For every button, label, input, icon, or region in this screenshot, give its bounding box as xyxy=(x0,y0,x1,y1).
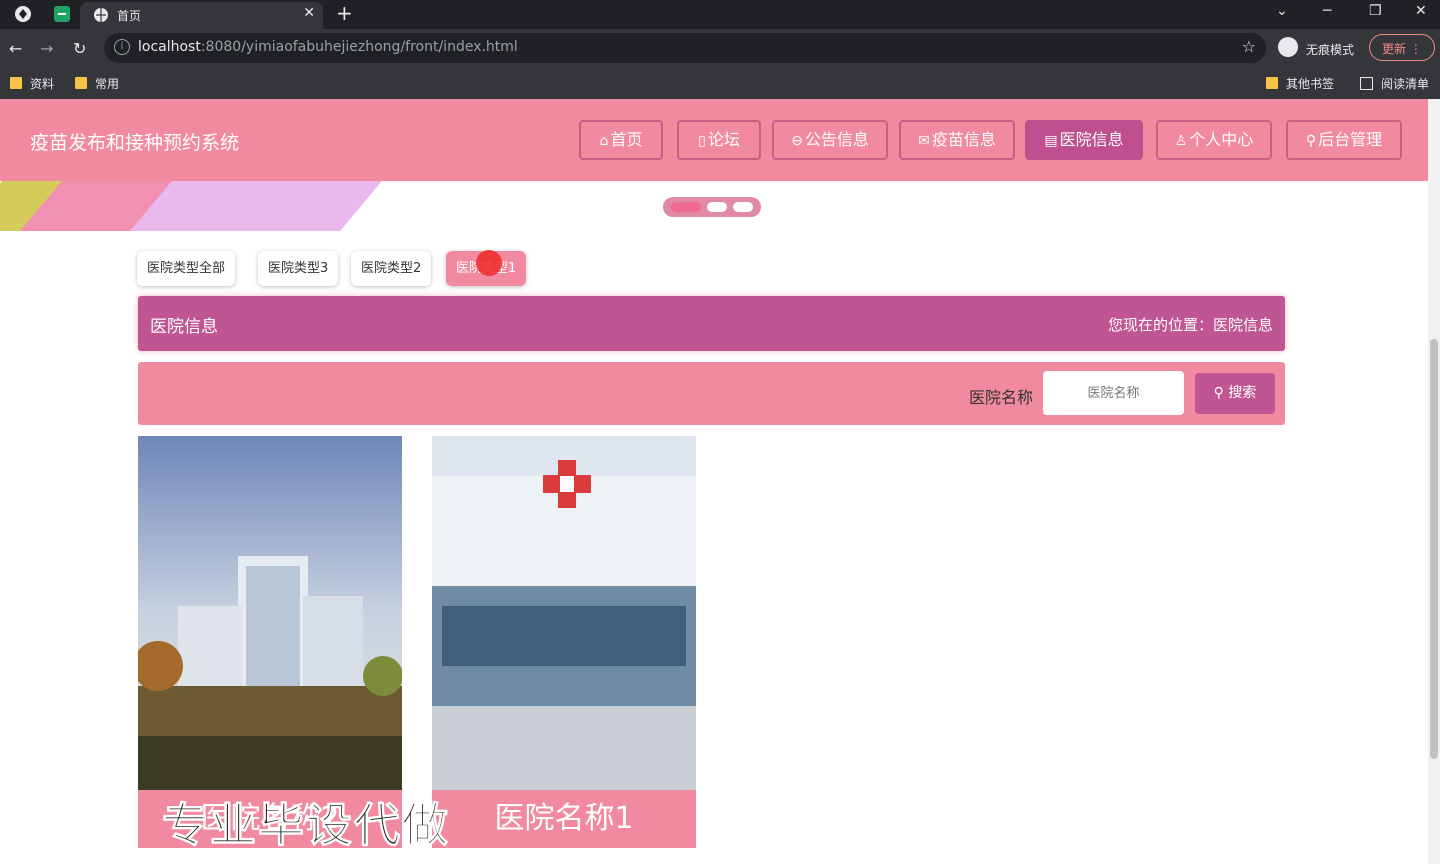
announcement-icon: ⊖ xyxy=(791,133,803,149)
bookmark-folder-other[interactable]: 其他书签 xyxy=(1266,75,1334,92)
watermark-text: 专业毕设代做 xyxy=(162,798,450,853)
carousel-dot[interactable] xyxy=(733,202,753,212)
search-label: 医院名称 xyxy=(969,388,1034,407)
home-icon: ⌂ xyxy=(599,133,609,149)
incognito-label: 无痕模式 xyxy=(1306,43,1355,57)
nav-personal-center[interactable]: ♙ 个人中心 xyxy=(1156,120,1272,160)
reading-list-icon xyxy=(1360,77,1373,90)
filter-type-2[interactable]: 医院类型2 xyxy=(351,251,432,286)
bookmark-folder-changyong[interactable]: 常用 xyxy=(75,75,119,92)
globe-icon xyxy=(94,8,108,22)
nav-vaccine-info[interactable]: ✉ 疫苗信息 xyxy=(899,120,1015,160)
incognito-icon[interactable] xyxy=(1278,37,1298,57)
carousel-dot[interactable] xyxy=(671,202,701,212)
url-text: localhost:8080/yimiaofabuhejiezhong/fron… xyxy=(138,39,518,55)
user-icon: ♙ xyxy=(1174,133,1188,149)
minimize-icon[interactable]: ─ xyxy=(1323,3,1331,19)
nav-announcements[interactable]: ⊖ 公告信息 xyxy=(772,120,888,160)
cursor-highlight xyxy=(476,250,502,276)
url-field[interactable]: i localhost:8080/yimiaofabuhejiezhong/fr… xyxy=(104,33,1266,63)
restore-icon[interactable]: ❐ xyxy=(1369,3,1382,19)
hospital-image xyxy=(138,436,402,790)
tab-title: 首页 xyxy=(117,9,142,23)
browser-tab[interactable]: 首页 ✕ xyxy=(80,2,323,29)
forum-icon: ▯ xyxy=(698,133,706,149)
section-title: 医院信息 xyxy=(150,317,218,337)
nav-forum[interactable]: ▯ 论坛 xyxy=(677,120,761,160)
search-bar: 医院名称 ⚲ 搜索 xyxy=(138,362,1285,425)
bookmark-star-icon[interactable]: ☆ xyxy=(1242,37,1256,56)
hospital-name-input[interactable] xyxy=(1043,371,1184,415)
filter-all[interactable]: 医院类型全部 xyxy=(137,251,236,286)
info-icon[interactable]: i xyxy=(114,39,130,55)
hospital-image xyxy=(432,436,696,790)
document-icon: ▤ xyxy=(1044,133,1058,149)
reading-list[interactable]: 阅读清单 xyxy=(1360,75,1429,92)
folder-icon xyxy=(10,77,22,89)
mail-icon: ✉ xyxy=(918,133,930,149)
bookmarks-bar: 资料 常用 其他书签 阅读清单 xyxy=(0,67,1440,99)
page-scrollbar[interactable] xyxy=(1428,99,1440,864)
carousel-indicators xyxy=(663,197,761,217)
browser-titlebar: 首页 ✕ + ⌄ ─ ❐ ✕ xyxy=(0,0,1440,29)
update-button[interactable]: 更新 ⋮ xyxy=(1369,34,1435,61)
reload-icon[interactable]: ↻ xyxy=(73,39,86,58)
back-icon[interactable]: ← xyxy=(9,39,22,58)
search-icon: ⚲ xyxy=(1213,385,1224,401)
hospital-card[interactable]: 医院名称2 xyxy=(138,436,402,848)
forward-icon[interactable]: → xyxy=(40,39,53,58)
browser-menu-icon[interactable] xyxy=(14,5,32,23)
page-content: 疫苗发布和接种预约系统 ⌂ 首页 ▯ 论坛 ⊖ 公告信息 ✉ 疫苗信息 ▤ 医院信息 ♙ 个… xyxy=(0,99,1428,864)
new-tab-button[interactable]: + xyxy=(336,1,353,25)
nav-home[interactable]: ⌂ 首页 xyxy=(579,120,663,160)
search-button[interactable]: ⚲ 搜索 xyxy=(1195,373,1275,414)
nav-hospital-info[interactable]: ▤ 医院信息 xyxy=(1025,120,1143,160)
breadcrumb: 您现在的位置：医院信息 xyxy=(1107,316,1273,334)
carousel-dot[interactable] xyxy=(707,202,727,212)
filter-type-3[interactable]: 医院类型3 xyxy=(258,251,339,286)
chevron-down-icon[interactable]: ⌄ xyxy=(1276,3,1288,19)
pinned-tab-icon[interactable] xyxy=(53,5,71,23)
folder-icon xyxy=(75,77,87,89)
folder-icon xyxy=(1266,77,1278,89)
close-icon[interactable]: ✕ xyxy=(303,5,315,21)
link-icon: ⚲ xyxy=(1305,133,1317,149)
site-title: 疫苗发布和接种预约系统 xyxy=(30,132,240,154)
hospital-name: 医院名称1 xyxy=(432,790,696,848)
bookmark-folder-ziliao[interactable]: 资料 xyxy=(10,75,54,92)
site-header: 疫苗发布和接种预约系统 ⌂ 首页 ▯ 论坛 ⊖ 公告信息 ✉ 疫苗信息 ▤ 医院信息 ♙ 个… xyxy=(0,99,1428,181)
nav-admin[interactable]: ⚲ 后台管理 xyxy=(1286,120,1402,160)
carousel-banner xyxy=(0,181,1428,231)
scrollbar-thumb[interactable] xyxy=(1430,339,1438,759)
hospital-card[interactable]: 医院名称1 xyxy=(432,436,696,848)
address-bar: ← → ↻ i localhost:8080/yimiaofabuhejiezh… xyxy=(0,29,1440,67)
section-header: 医院信息 您现在的位置：医院信息 xyxy=(138,296,1285,351)
close-window-icon[interactable]: ✕ xyxy=(1415,3,1427,19)
